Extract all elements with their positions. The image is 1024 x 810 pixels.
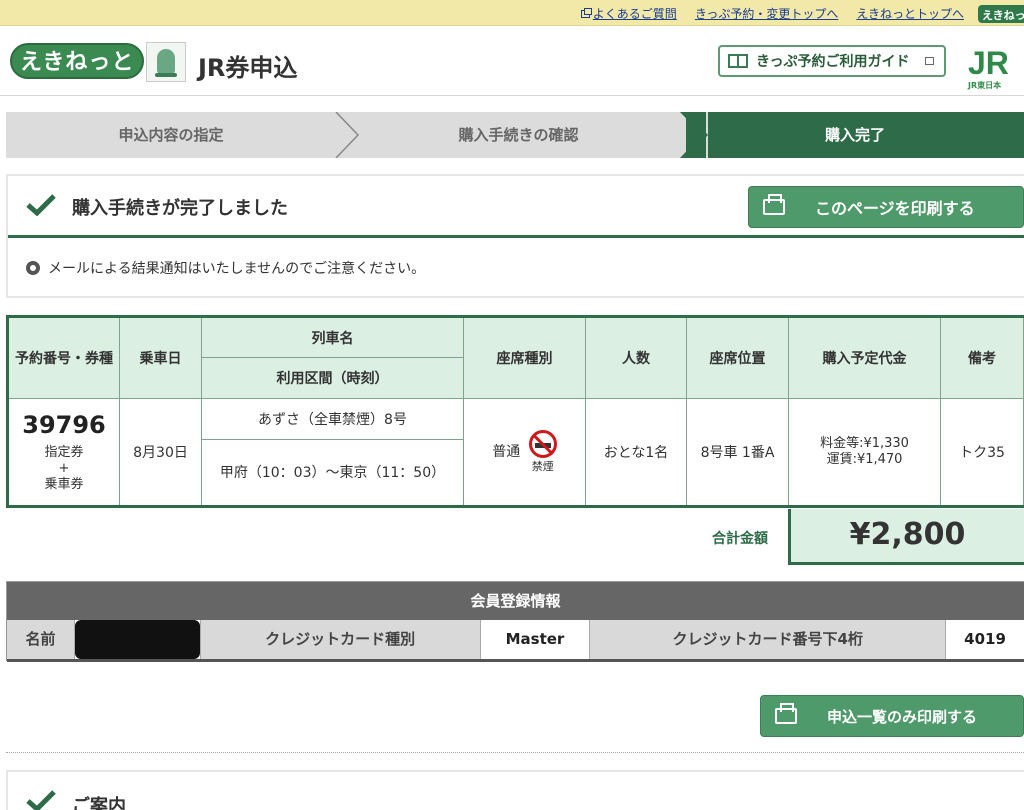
usage-guide-button[interactable]: きっぷ予約ご利用ガイド bbox=[718, 45, 946, 77]
step-specify: 申込内容の指定 bbox=[118, 126, 224, 144]
printer-icon bbox=[775, 703, 797, 724]
jr-sub: JR東日本 bbox=[968, 81, 1002, 90]
card-last4: 4019 bbox=[946, 620, 1024, 659]
jr-mark: JR bbox=[968, 45, 1009, 81]
fee: 料金等:¥1,330 bbox=[820, 436, 909, 451]
card-type: Master bbox=[480, 620, 591, 659]
ekinet-badge[interactable]: えきねっと bbox=[978, 5, 1024, 23]
info-title: ご案内 bbox=[72, 796, 126, 810]
header-section: 利用区間（時刻） bbox=[201, 357, 464, 399]
section: 甲府（10：03）〜東京（11：50） bbox=[201, 438, 464, 508]
member-info-row: 名前 クレジットカード種別 Master クレジットカード番号下4桁 4019 bbox=[7, 620, 1024, 662]
ticket-top-link-label: きっぷ予約・変更トップへ bbox=[694, 7, 839, 21]
reservation-table: 予約番号・券種 乗車日 列車名 座席種別 人数 座席位置 購入予定代金 備考 利… bbox=[6, 315, 1024, 508]
total-label: 合計金額 bbox=[712, 531, 768, 547]
redacted-name bbox=[74, 620, 200, 659]
table-row: 39796 指定券 + 乗車券 8月30日 あずさ（全車禁煙）8号 普通 禁煙 … bbox=[7, 398, 1024, 507]
fare: 運賃:¥1,470 bbox=[826, 452, 903, 467]
seat-position: 8号車 1番A bbox=[686, 398, 789, 507]
ekinet-top-link[interactable]: えきねっとトップへ bbox=[856, 5, 964, 22]
email-notice-text: メールによる結果通知はいたしませんのでご注意ください。 bbox=[48, 261, 426, 277]
header-train-name: 列車名 bbox=[201, 316, 464, 358]
remarks: トク35 bbox=[940, 398, 1024, 507]
step-complete: 購入完了 bbox=[686, 112, 1024, 158]
page-title: JR券申込 bbox=[198, 54, 298, 82]
ticket-type-3: 乗車券 bbox=[44, 477, 84, 492]
total-amount: ¥2,800 bbox=[788, 509, 1024, 565]
card-last4-label: クレジットカード番号下4桁 bbox=[590, 620, 947, 659]
seat-type-cell: 普通 禁煙 bbox=[463, 398, 586, 507]
completion-title: 購入手続きが完了しました bbox=[72, 198, 288, 219]
print-list-button[interactable]: 申込一覧のみ印刷する bbox=[760, 695, 1024, 737]
header-remarks: 備考 bbox=[940, 316, 1024, 399]
email-notice: メールによる結果通知はいたしませんのでご注意ください。 bbox=[26, 258, 425, 278]
printer-icon bbox=[763, 194, 785, 215]
usage-guide-label: きっぷ予約ご利用ガイド bbox=[756, 54, 910, 70]
faq-link-label: よくあるご質問 bbox=[592, 7, 677, 21]
reservation-number: 39796 bbox=[22, 411, 106, 439]
ticket-type-1: 指定券 bbox=[44, 445, 84, 460]
external-window-icon bbox=[925, 57, 935, 65]
header-seat-position: 座席位置 bbox=[686, 316, 789, 399]
step-confirm: 購入手続きの確認 bbox=[458, 126, 579, 144]
print-page-label: このページを印刷する bbox=[815, 199, 975, 218]
external-window-icon bbox=[580, 7, 592, 18]
jr-east-logo: JR JR東日本 bbox=[968, 45, 1024, 90]
header-price: 購入予定代金 bbox=[788, 316, 941, 399]
name-value bbox=[74, 620, 201, 659]
check-icon bbox=[26, 790, 56, 810]
header-reservation-number: 予約番号・券種 bbox=[7, 316, 120, 399]
price-cell: 料金等:¥1,330 運賃:¥1,470 bbox=[788, 398, 941, 507]
card-type-label: クレジットカード種別 bbox=[201, 620, 481, 659]
step-complete-label: 購入完了 bbox=[824, 126, 885, 144]
header-boarding-date: 乗車日 bbox=[119, 316, 202, 399]
top-links: よくあるご質問 きっぷ予約・変更トップへ えきねっとトップへ bbox=[580, 5, 964, 22]
reservation-cell: 39796 指定券 + 乗車券 bbox=[7, 398, 120, 507]
site-header: えきねっと JR券申込 きっぷ予約ご利用ガイド JR JR東日本 bbox=[0, 26, 1024, 96]
train-name: あずさ（全車禁煙）8号 bbox=[201, 398, 464, 440]
ticket-top-link[interactable]: きっぷ予約・変更トップへ bbox=[695, 5, 839, 22]
smoking-status: 禁煙 bbox=[528, 430, 557, 474]
bullet-icon bbox=[26, 261, 40, 275]
check-icon bbox=[26, 194, 56, 216]
ticket-type-2: + bbox=[58, 461, 70, 476]
no-smoking-label: 禁煙 bbox=[531, 460, 554, 473]
divider bbox=[6, 752, 1024, 753]
name-label: 名前 bbox=[7, 620, 75, 659]
ekinet-top-link-label: えきねっとトップへ bbox=[856, 7, 964, 21]
header-people: 人数 bbox=[585, 316, 687, 399]
member-info: 会員登録情報 名前 クレジットカード種別 Master クレジットカード番号下4… bbox=[6, 581, 1024, 662]
mascot-icon bbox=[146, 42, 186, 82]
step-current-arrow-icon bbox=[680, 112, 706, 158]
seat-type: 普通 bbox=[492, 444, 521, 460]
member-info-title: 会員登録情報 bbox=[7, 582, 1024, 620]
boarding-date: 8月30日 bbox=[119, 398, 202, 507]
print-list-label: 申込一覧のみ印刷する bbox=[827, 707, 978, 726]
info-panel: ご案内 bbox=[6, 770, 1024, 810]
people: おとな1名 bbox=[585, 398, 687, 507]
header-seat-type: 座席種別 bbox=[463, 316, 586, 399]
completion-header: 購入手続きが完了しました このページを印刷する bbox=[8, 176, 1024, 238]
book-icon bbox=[728, 54, 748, 68]
faq-link[interactable]: よくあるご質問 bbox=[580, 5, 677, 22]
completion-panel: 購入手続きが完了しました このページを印刷する メールによる結果通知はいたしませ… bbox=[6, 174, 1024, 298]
no-smoking-icon bbox=[528, 430, 557, 458]
ekinet-logo[interactable]: えきねっと bbox=[10, 43, 145, 79]
top-bar: よくあるご質問 きっぷ予約・変更トップへ えきねっとトップへ えきねっと bbox=[0, 0, 1024, 26]
progress-steps: 申込内容の指定 購入手続きの確認 購入完了 bbox=[6, 112, 1024, 158]
print-page-button[interactable]: このページを印刷する bbox=[748, 186, 1024, 228]
